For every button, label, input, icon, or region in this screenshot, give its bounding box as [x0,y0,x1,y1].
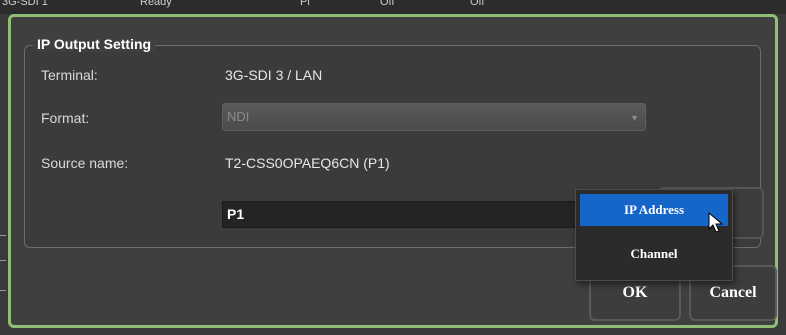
background-text: Off [380,0,395,8]
mouse-cursor-icon [708,212,724,233]
terminal-label: Terminal: [41,67,98,83]
background-text: Ready [140,0,172,8]
context-menu: IP Address Channel [575,189,733,281]
background-window-strip: 3G-SDI 1 Ready Pi Off Off [0,0,786,14]
background-text: Pi [300,0,310,8]
format-label: Format: [41,110,90,126]
format-select[interactable]: NDI ▼ [222,103,646,131]
source-name-value: T2-CSS0OPAEQ6CN (P1) [225,155,390,171]
terminal-value: 3G-SDI 3 / LAN [225,67,323,83]
source-name-input[interactable]: P1 [222,201,594,228]
background-text: 3G-SDI 1 [2,0,48,8]
chevron-down-icon: ▼ [630,113,639,123]
groupbox-title: IP Output Setting [33,36,156,52]
menu-item-ip-address[interactable]: IP Address [580,194,728,226]
background-text: Off [470,0,485,8]
background-gridlines [0,210,8,300]
source-name-label: Source name: [41,155,129,171]
format-select-value: NDI [227,109,250,124]
menu-item-channel[interactable]: Channel [580,238,728,270]
